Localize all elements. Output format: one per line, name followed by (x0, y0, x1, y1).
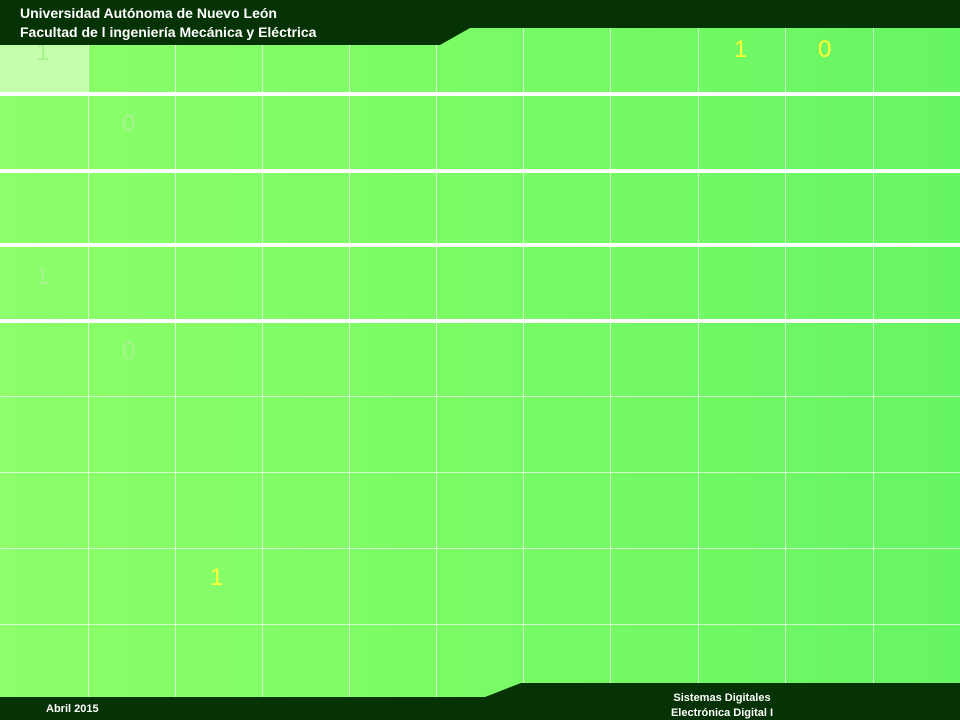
grid-vline (262, 28, 263, 698)
slide-canvas: 1 1 0 0 1 0 1 Universidad Autónoma de Nu… (0, 0, 960, 720)
grid-vline (610, 28, 611, 698)
binary-digit: 0 (818, 36, 832, 63)
binary-digit: 1 (210, 564, 224, 591)
binary-digit: 0 (122, 110, 136, 137)
grid-vline (175, 28, 176, 698)
grid-vline (873, 28, 874, 698)
grid-hline (0, 548, 960, 549)
grid-band (0, 243, 960, 247)
binary-digit: 1 (734, 36, 748, 63)
grid-vline (88, 28, 89, 698)
grid-vline (523, 28, 524, 698)
grid-hline (0, 396, 960, 397)
grid-vline (349, 28, 350, 698)
footer-course-subtitle: Electrónica Digital I (670, 707, 774, 719)
binary-digit: 1 (36, 263, 50, 290)
grid-vline (785, 28, 786, 698)
binary-digit: 0 (122, 338, 136, 365)
footer-date: Abril 2015 (46, 703, 99, 715)
grid-vline (698, 28, 699, 698)
grid-vline (436, 28, 437, 698)
faculty-name: Facultad de l ingeniería Mecánica y Eléc… (20, 24, 317, 40)
grid-hline (0, 472, 960, 473)
grid-hline (0, 624, 960, 625)
footer-course-title: Sistemas Digitales (673, 692, 771, 704)
university-name: Universidad Autónoma de Nuevo León (20, 5, 277, 21)
grid-band (0, 169, 960, 173)
grid-band (0, 319, 960, 323)
grid-band (0, 92, 960, 96)
